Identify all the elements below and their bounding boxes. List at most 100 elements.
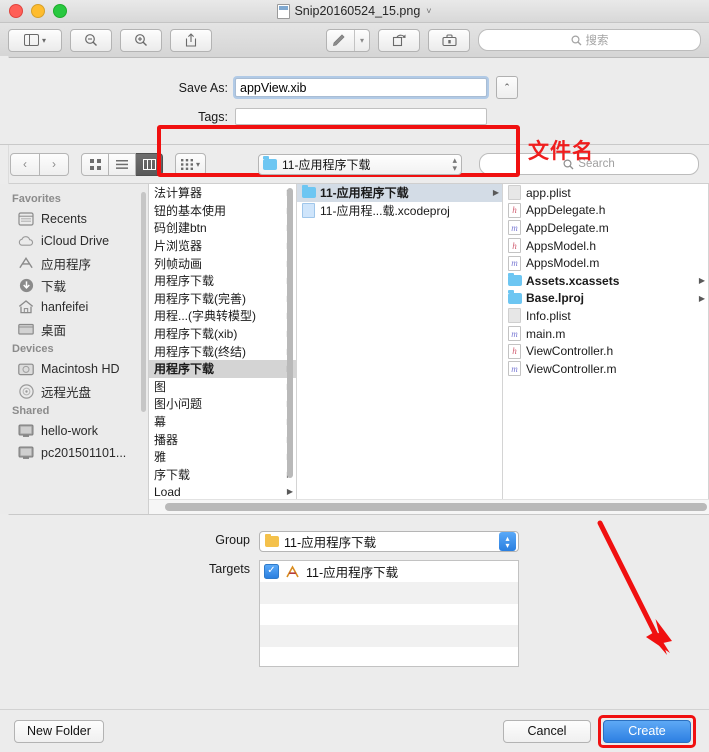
cancel-button[interactable]: Cancel [503, 719, 591, 743]
sidebar-section-header: Shared [12, 405, 50, 417]
file-row[interactable]: 11-应用程序下载 ▶ [297, 184, 502, 202]
file-row[interactable]: m AppDelegate.m [503, 219, 708, 237]
disclosure-arrow-icon: ▶ [492, 188, 499, 198]
path-popup-button[interactable]: 11-应用程序下载 ▴ ▾ [258, 153, 463, 175]
navigation-buttons: ‹ › [10, 152, 69, 176]
close-button[interactable] [9, 4, 23, 18]
markup-pen-segment[interactable] [327, 30, 351, 51]
file-row[interactable]: h AppDelegate.h [503, 202, 708, 220]
column-view-button[interactable] [136, 152, 163, 176]
column-2: 11-应用程序下载▶11-应用程...载.xcodeproj || [297, 184, 503, 514]
cloud-icon [18, 233, 34, 249]
header-file-icon: h [508, 202, 521, 218]
file-row[interactable]: 幕▶ [149, 413, 296, 431]
markup-button[interactable]: ▾ [326, 28, 370, 52]
grid-icon [89, 158, 101, 170]
share-button[interactable] [170, 28, 212, 52]
group-popup-button[interactable]: 11-应用程序下载 ▴ ▾ [259, 531, 519, 552]
file-row[interactable]: h AppsModel.h [503, 237, 708, 255]
toolkit-button[interactable] [428, 28, 470, 52]
arrange-icon [181, 158, 193, 170]
arrange-button[interactable]: ▾ [175, 152, 207, 176]
create-button[interactable]: Create [603, 719, 691, 743]
file-row[interactable]: Base.lproj ▶ [503, 290, 708, 308]
target-checkbox[interactable]: ✓ [264, 564, 279, 580]
file-row[interactable]: 图小问题▶ [149, 395, 296, 413]
file-row[interactable]: app.plist [503, 184, 708, 202]
header-file-icon: h [508, 343, 521, 359]
file-row[interactable]: 用程序下载▶ [149, 359, 296, 378]
back-button[interactable]: ‹ [10, 152, 40, 176]
file-row[interactable]: 雅▶ [149, 448, 296, 466]
file-row[interactable]: 钮的基本使用▶ [149, 202, 296, 220]
file-row[interactable]: 用程序下载(xib)▶ [149, 325, 296, 343]
file-row[interactable]: 用程序下载(终结)▶ [149, 342, 296, 360]
file-row-label: AppDelegate.m [526, 220, 609, 235]
file-row[interactable]: Assets.xcassets ▶ [503, 272, 708, 290]
sidebar-toggle-button[interactable]: ▾ [8, 28, 62, 52]
file-row[interactable]: 用程序下载▶ [149, 272, 296, 290]
file-row[interactable]: m main.m [503, 325, 708, 343]
zoom-in-button[interactable] [120, 28, 162, 52]
file-row[interactable]: 码创建btn▶ [149, 219, 296, 237]
list-view-button[interactable] [109, 152, 136, 176]
file-row-label: Load [154, 484, 181, 499]
file-row[interactable]: 法计算器▶ [149, 184, 296, 202]
sidebar-item-1[interactable]: Recents [0, 208, 148, 230]
file-row[interactable]: 播器▶ [149, 430, 296, 448]
targets-list[interactable]: ✓ 11-应用程序下载 [259, 560, 519, 667]
sidebar-item-2[interactable]: 远程光盘 [0, 380, 148, 402]
sidebar-item-2[interactable]: pc201501101... [0, 442, 148, 464]
sidebar-item-label: pc201501101... [41, 446, 127, 460]
file-row[interactable]: 用程序下载(完善)▶ [149, 290, 296, 308]
applications-icon [18, 255, 34, 271]
icon-view-button[interactable] [81, 152, 109, 176]
sidebar-item-4[interactable]: 下载 [0, 274, 148, 296]
folder-icon [263, 156, 278, 170]
desktop-icon [18, 321, 34, 337]
file-row-label: 法计算器 [154, 186, 203, 201]
target-row[interactable]: ✓ 11-应用程序下载 [260, 561, 518, 582]
file-row-label: 用程序下载(xib) [154, 327, 238, 342]
rotate-button[interactable] [378, 28, 420, 52]
markup-dropdown-segment[interactable]: ▾ [354, 29, 369, 51]
zoom-out-button[interactable] [70, 28, 112, 52]
preview-toolbar: ▾ ▾ 搜索 [0, 23, 709, 58]
zoom-button[interactable] [53, 4, 67, 18]
preview-search-placeholder: 搜索 [585, 35, 609, 47]
chevron-down-icon[interactable]: ˅ [426, 6, 431, 16]
sidebar-item-1[interactable]: Macintosh HD [0, 358, 148, 380]
sidebar-item-6[interactable]: 桌面 [0, 318, 148, 340]
file-row[interactable]: h ViewController.h [503, 342, 708, 360]
filename-input[interactable]: appView.xib [235, 78, 487, 97]
file-row[interactable]: 序下载▶ [149, 466, 296, 484]
new-folder-button[interactable]: New Folder [14, 719, 104, 743]
expand-toggle-button[interactable]: ⌃ [496, 76, 518, 99]
sidebar-item-1[interactable]: hello-work [0, 420, 148, 442]
columns-horizontal-scrollbar[interactable] [149, 499, 709, 514]
sidebar-scrollbar[interactable] [141, 192, 146, 412]
tags-row: Tags: [0, 108, 709, 125]
targets-row: Targets ✓ 11-应用程序下载 [0, 560, 709, 667]
file-row[interactable]: m AppsModel.m [503, 254, 708, 272]
preview-search-field[interactable]: 搜索 [478, 29, 701, 51]
sidebar-item-2[interactable]: iCloud Drive [0, 230, 148, 252]
downloads-icon [18, 277, 34, 293]
minimize-button[interactable] [31, 4, 45, 18]
file-row[interactable]: Info.plist [503, 307, 708, 325]
sidebar-item-3[interactable]: 应用程序 [0, 252, 148, 274]
file-row-label: 用程序下载(终结) [154, 344, 246, 359]
file-row[interactable]: m ViewController.m [503, 360, 708, 378]
file-row[interactable]: 用程...(字典转模型)▶ [149, 307, 296, 325]
tags-input[interactable] [235, 108, 487, 125]
file-row[interactable]: 11-应用程...载.xcodeproj [297, 202, 502, 220]
scrollbar-thumb[interactable] [165, 503, 707, 511]
file-row[interactable]: 片浏览器▶ [149, 237, 296, 255]
file-row[interactable]: 图▶ [149, 378, 296, 396]
file-row[interactable]: 列帧动画▶ [149, 254, 296, 272]
chevron-left-icon: ‹ [23, 157, 27, 171]
column-1-scrollbar[interactable] [287, 188, 293, 478]
sidebar-item-5[interactable]: hanfeifei [0, 296, 148, 318]
forward-button[interactable]: › [40, 152, 69, 176]
chevron-down-icon: ▾ [196, 159, 201, 169]
